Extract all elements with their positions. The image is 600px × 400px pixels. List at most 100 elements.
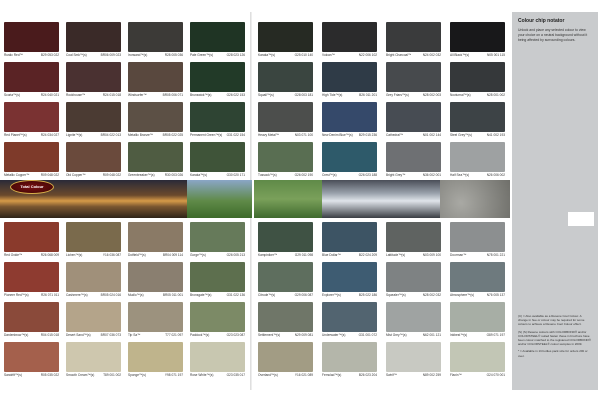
swatch-code: N28 002 003 — [422, 93, 441, 97]
swatch-code: R05 035 022 — [40, 373, 59, 377]
swatch-label: Coal Smk™(s) BR06 009 023 — [66, 53, 121, 59]
colour-swatch — [128, 302, 183, 332]
colour-swatch — [258, 62, 313, 92]
swatch-code: N24 002 032 — [422, 53, 441, 57]
swatch-name: Squall™(s) — [258, 93, 274, 97]
colour-swatch — [386, 222, 441, 252]
colour-swatch — [66, 22, 121, 52]
swatch-label: Dotfield™(s) BR04 009 114 — [128, 253, 183, 259]
swatch-code: R24 034 027 — [40, 133, 59, 137]
colour-swatch — [128, 342, 183, 372]
swatch-name: Lichen™(s) — [66, 253, 83, 257]
swatch-label: Squealer™(s) N28 002 032 — [386, 293, 441, 299]
green-hills-photo — [187, 180, 252, 218]
swatch-code: R26 071 011 — [40, 293, 59, 297]
colour-swatch — [322, 22, 377, 52]
colour-swatch — [190, 302, 245, 332]
swatch-name: Citrode™(s) — [258, 293, 276, 297]
swatch-name: Sponge™(s) — [128, 373, 146, 377]
swatch-name: Dotfield™(s) — [128, 253, 146, 257]
swatch-label: Cashmere™(s) BR05 024 016 — [66, 293, 121, 299]
swatch-label: Permanent Green™(s) G31 022 154 — [190, 133, 245, 139]
swatch-label: Smooth Cream™(s) T89 001 002 — [66, 373, 121, 379]
swatch-code: R30 003 026 — [164, 173, 183, 177]
colour-swatch — [66, 302, 121, 332]
flap-instructions: Unlock and place any selected colour to … — [518, 28, 588, 42]
swatch-label: Grey Friars™(s) N28 002 003 — [386, 93, 441, 99]
swatch-code: N01 002 144 — [422, 133, 441, 137]
cloudy-sky-photo — [322, 180, 440, 218]
colour-swatch — [450, 102, 505, 132]
swatch-name: Lignite™(s) — [66, 133, 83, 137]
swatch-code: R24 015 018 — [102, 93, 121, 97]
swatch-name: Gorge™(s) — [190, 253, 206, 257]
swatch-label: Greenbreaker™(s) R30 003 026 — [128, 173, 183, 179]
swatch-label: Sponge™(s) Y98 071 197 — [128, 373, 183, 379]
swatch-code: T89 001 002 — [103, 373, 121, 377]
colour-swatch — [450, 142, 505, 172]
colour-swatch — [66, 262, 121, 292]
swatch-code: B25 022 186 — [358, 293, 377, 297]
swatch-label: Karaka™(s) G30 020 171 — [190, 173, 245, 179]
swatch-name: Squealer™(s) — [386, 293, 406, 297]
swatch-name: Half Sea™(s) — [450, 173, 470, 177]
swatch-name: Bronsgate™(s) — [190, 293, 212, 297]
swatch-label: Nocturnal™(s) N28 001 002 — [450, 93, 505, 99]
colour-swatch — [450, 302, 505, 332]
swatch-name: Karaka™(s) — [258, 53, 276, 57]
swatch-code: G25 010 140 — [294, 53, 313, 57]
chip-window[interactable] — [568, 212, 594, 226]
swatch-code: G26 002 190 — [294, 173, 313, 177]
colour-swatch — [258, 222, 313, 252]
colour-chip-flap: Colour chip notator Unlock and place any… — [512, 12, 598, 390]
swatch-name: Lattitude™(s) — [386, 253, 406, 257]
swatch-label: Lichen™(s) Y16 036 087 — [66, 253, 121, 259]
swatch-name: Dardenbrow™(s) — [4, 333, 29, 337]
colour-swatch — [4, 302, 59, 332]
swatch-code: R09 048 022 — [102, 173, 121, 177]
swatch-name: Old Copper™ — [66, 173, 86, 177]
colour-swatch — [450, 262, 505, 292]
colour-swatch — [128, 262, 183, 292]
swatch-label: Fernclad™(s) B26 023 204 — [322, 373, 377, 379]
colour-swatch — [450, 62, 505, 92]
colour-swatch — [66, 62, 121, 92]
swatch-code: G30 020 171 — [226, 173, 245, 177]
swatch-name: Blue Dollar™ — [322, 253, 341, 257]
swatch-name: Mudlo™(s) — [128, 293, 144, 297]
swatch-label: Tip Sa™ T77 021 097 — [128, 333, 183, 339]
colour-swatch — [4, 22, 59, 52]
swatch-code: R24 040 021 — [40, 93, 59, 97]
swatch-name: Sandrift™(s) — [4, 373, 22, 377]
colour-swatch — [258, 302, 313, 332]
swatch-code: G31 022 136 — [226, 293, 245, 297]
swatch-label: Karaka™(s) G25 010 140 — [258, 53, 313, 59]
colour-swatch — [386, 102, 441, 132]
swatch-name: Paddock™(s) — [190, 333, 210, 337]
swatch-code: BR04 022 013 — [100, 133, 121, 137]
swatch-label: New Denim Blue™(s) B29 015 236 — [322, 133, 377, 139]
colour-swatch — [386, 262, 441, 292]
swatch-label: Paddock™(s) G23 023 087 — [190, 333, 245, 339]
swatch-label: Dardenbrow™(s) R04 015 018 — [4, 333, 59, 339]
swatch-code: BR05 022 025 — [162, 133, 183, 137]
swatch-code: N78 001 221 — [486, 253, 505, 257]
colour-swatch — [322, 302, 377, 332]
colour-swatch — [128, 102, 183, 132]
swatch-name: Red Planet™(s) — [4, 133, 27, 137]
swatch-label: Steel Grey™(s) N41 002 193 — [450, 133, 505, 139]
swatch-label: Blue Dollar™ B22 024 209 — [322, 253, 377, 259]
swatch-name: Pioneer Red™(s) — [4, 293, 29, 297]
swatch-label: Squall™(s) G28 003 181 — [258, 93, 313, 99]
swatch-name: Coal Smk™(s) — [66, 53, 87, 57]
swatch-code: R28 005 036 — [164, 53, 183, 57]
swatch-code: G28 003 181 — [294, 93, 313, 97]
swatch-label: Mudlo™(s) BR05 011 001 — [128, 293, 183, 299]
swatch-label: Lattitude™(s) N03 009 100 — [386, 253, 441, 259]
swatch-name: Greenbreaker™(s) — [128, 173, 155, 177]
swatch-code: BR07 036 073 — [100, 333, 121, 337]
swatch-code: N28 002 032 — [422, 293, 441, 297]
swatch-label: Heavy Metal™ N03 071 100 — [258, 133, 313, 139]
swatch-code: N29 009 081 — [294, 333, 313, 337]
colour-swatch — [128, 142, 183, 172]
